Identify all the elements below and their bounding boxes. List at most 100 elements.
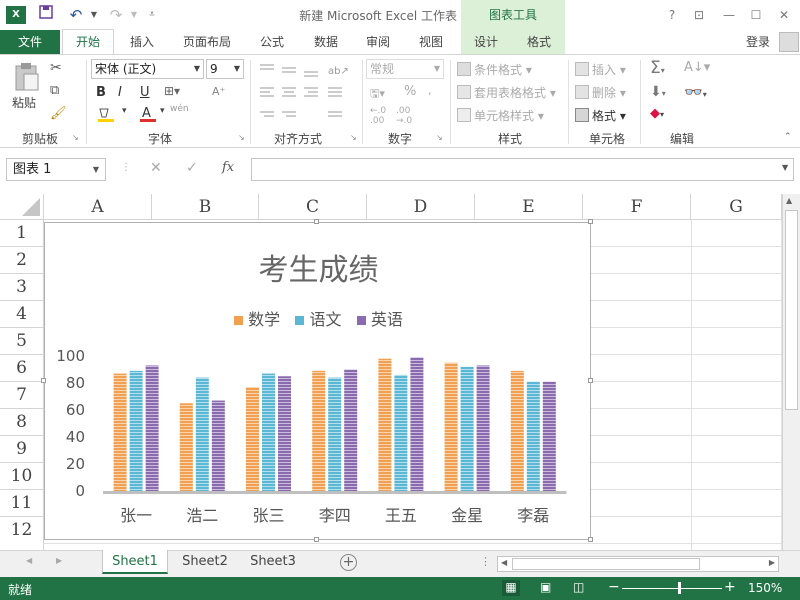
row-header[interactable]: 2 [0,247,44,274]
resize-handle[interactable] [588,378,593,383]
fill-color-dropdown-icon[interactable]: ▾ [122,106,127,116]
increase-decimal-icon[interactable]: ←.0.00 [370,106,386,126]
borders-icon[interactable]: ⊞▾ [164,84,180,98]
next-sheet-icon[interactable]: ▶ [56,556,62,565]
format-as-table-button[interactable]: 套用表格格式 ▾ [457,84,556,101]
login-link[interactable]: 登录 [738,30,778,54]
formula-input[interactable] [251,158,794,181]
normal-view-icon[interactable]: ▦ [502,580,520,596]
paste-icon[interactable] [10,60,42,92]
find-select-icon[interactable]: 👓▾ [684,83,707,101]
zoom-in-button[interactable]: + [724,579,736,595]
resize-handle[interactable] [314,219,319,224]
zoom-out-button[interactable]: − [608,579,620,595]
row-header[interactable]: 8 [0,409,44,436]
row-header[interactable]: 1 [0,220,44,247]
accounting-format-icon[interactable]: 🖫▾ [370,85,385,104]
resize-handle[interactable] [314,537,319,542]
bar[interactable] [378,358,392,491]
help-icon[interactable]: ? [661,5,683,25]
cancel-entry-icon[interactable]: ✕ [150,160,162,176]
clear-icon[interactable]: ◆▾ [650,106,664,121]
column-header-e[interactable]: E [475,194,583,220]
sheet-tab-sheet2[interactable]: Sheet2 [172,550,238,574]
prev-sheet-icon[interactable]: ◀ [26,556,32,565]
row-header[interactable]: 4 [0,301,44,328]
fill-color-icon[interactable] [96,107,116,123]
number-format-select[interactable]: 常规 ▼ [366,59,444,79]
insert-function-button[interactable]: fx [222,160,234,175]
decrease-decimal-icon[interactable]: .00 →.0 [396,106,412,126]
increase-font-icon[interactable]: A⁺ [212,85,225,98]
column-header-c[interactable]: C [259,194,367,220]
bar[interactable] [526,381,540,491]
bar[interactable] [129,370,143,491]
font-color-icon[interactable]: A [138,105,158,123]
chart-area[interactable]: 考生成绩 数学 语文 英语 0 20 40 60 80 100 张一 浩二 张三 李四 王五 金星 李磊 [44,222,591,540]
zoom-slider-track[interactable] [622,588,722,589]
resize-handle[interactable] [41,378,46,383]
tab-data[interactable]: 数据 [304,30,348,54]
italic-button[interactable]: I [118,85,122,100]
column-header-b[interactable]: B [152,194,259,220]
phonetic-guide-button[interactable]: wén [170,104,189,114]
bar[interactable] [410,357,424,491]
font-size-select[interactable]: 9 ▼ [206,59,244,79]
bar[interactable] [476,365,490,491]
vertical-scroll-thumb[interactable] [785,210,798,410]
cut-icon[interactable]: ✂ [50,60,62,76]
tab-design[interactable]: 设计 [464,30,508,54]
tab-home[interactable]: 开始 [62,29,114,55]
close-icon[interactable]: ✕ [773,5,795,25]
sheet-tab-sheet3[interactable]: Sheet3 [242,550,304,574]
column-header-g[interactable]: G [691,194,782,220]
alignment-buttons[interactable]: ab↗ [256,60,352,126]
format-painter-icon[interactable]: 🖌 [50,106,67,121]
bar[interactable] [444,362,458,491]
row-header[interactable]: 6 [0,355,44,382]
select-all-corner[interactable] [0,194,44,220]
resize-handle[interactable] [588,537,593,542]
paste-button-label[interactable]: 粘贴 [12,94,36,111]
insert-cells-button[interactable]: 插入 ▾ [575,61,626,78]
column-header-a[interactable]: A [44,194,152,220]
sort-filter-icon[interactable]: A↓▾ [684,60,710,75]
delete-cells-button[interactable]: 删除 ▾ [575,84,626,101]
clipboard-launcher-icon[interactable]: ↘ [72,133,79,142]
vertical-scrollbar[interactable]: ▲ [782,194,800,550]
scroll-up-icon[interactable]: ▲ [786,196,792,205]
bar[interactable] [195,377,209,491]
column-header-f[interactable]: F [583,194,691,220]
zoom-level[interactable]: 150% [748,581,782,595]
confirm-entry-icon[interactable]: ✓ [186,160,198,176]
resize-handle[interactable] [588,219,593,224]
bar[interactable] [344,369,358,492]
underline-button[interactable]: U [140,85,150,100]
user-avatar[interactable] [779,32,799,52]
row-header[interactable]: 9 [0,436,44,463]
zoom-slider-thumb[interactable] [678,582,681,594]
alignment-launcher-icon[interactable]: ↘ [350,133,357,142]
ribbon-display-icon[interactable]: ⊡ [688,5,710,25]
page-break-view-icon[interactable]: ◫ [573,580,584,594]
tab-format[interactable]: 格式 [517,30,561,54]
row-header[interactable]: 5 [0,328,44,355]
bar[interactable] [542,381,556,491]
plot-area[interactable]: 0 20 40 60 80 100 张一 浩二 张三 李四 王五 金星 李磊 [45,223,590,539]
cell-styles-button[interactable]: 单元格样式 ▾ [457,107,544,124]
expand-formula-bar-icon[interactable]: ▼ [782,163,788,172]
name-box[interactable]: 图表 1 ▼ [6,158,106,181]
bar[interactable] [246,387,259,491]
bar[interactable] [145,365,159,491]
minimize-icon[interactable]: — [718,5,740,25]
tab-page-layout[interactable]: 页面布局 [174,30,240,54]
conditional-formatting-button[interactable]: 条件格式 ▾ [457,61,532,78]
bar[interactable] [394,374,408,491]
scroll-left-icon[interactable]: ◀ [501,558,507,567]
font-color-dropdown-icon[interactable]: ▾ [160,106,165,116]
row-header[interactable]: 10 [0,463,44,490]
bar[interactable] [312,370,326,491]
collapse-ribbon-icon[interactable]: ⌃ [784,132,792,142]
column-header-d[interactable]: D [367,194,475,220]
page-layout-view-icon[interactable]: ▣ [540,580,551,594]
